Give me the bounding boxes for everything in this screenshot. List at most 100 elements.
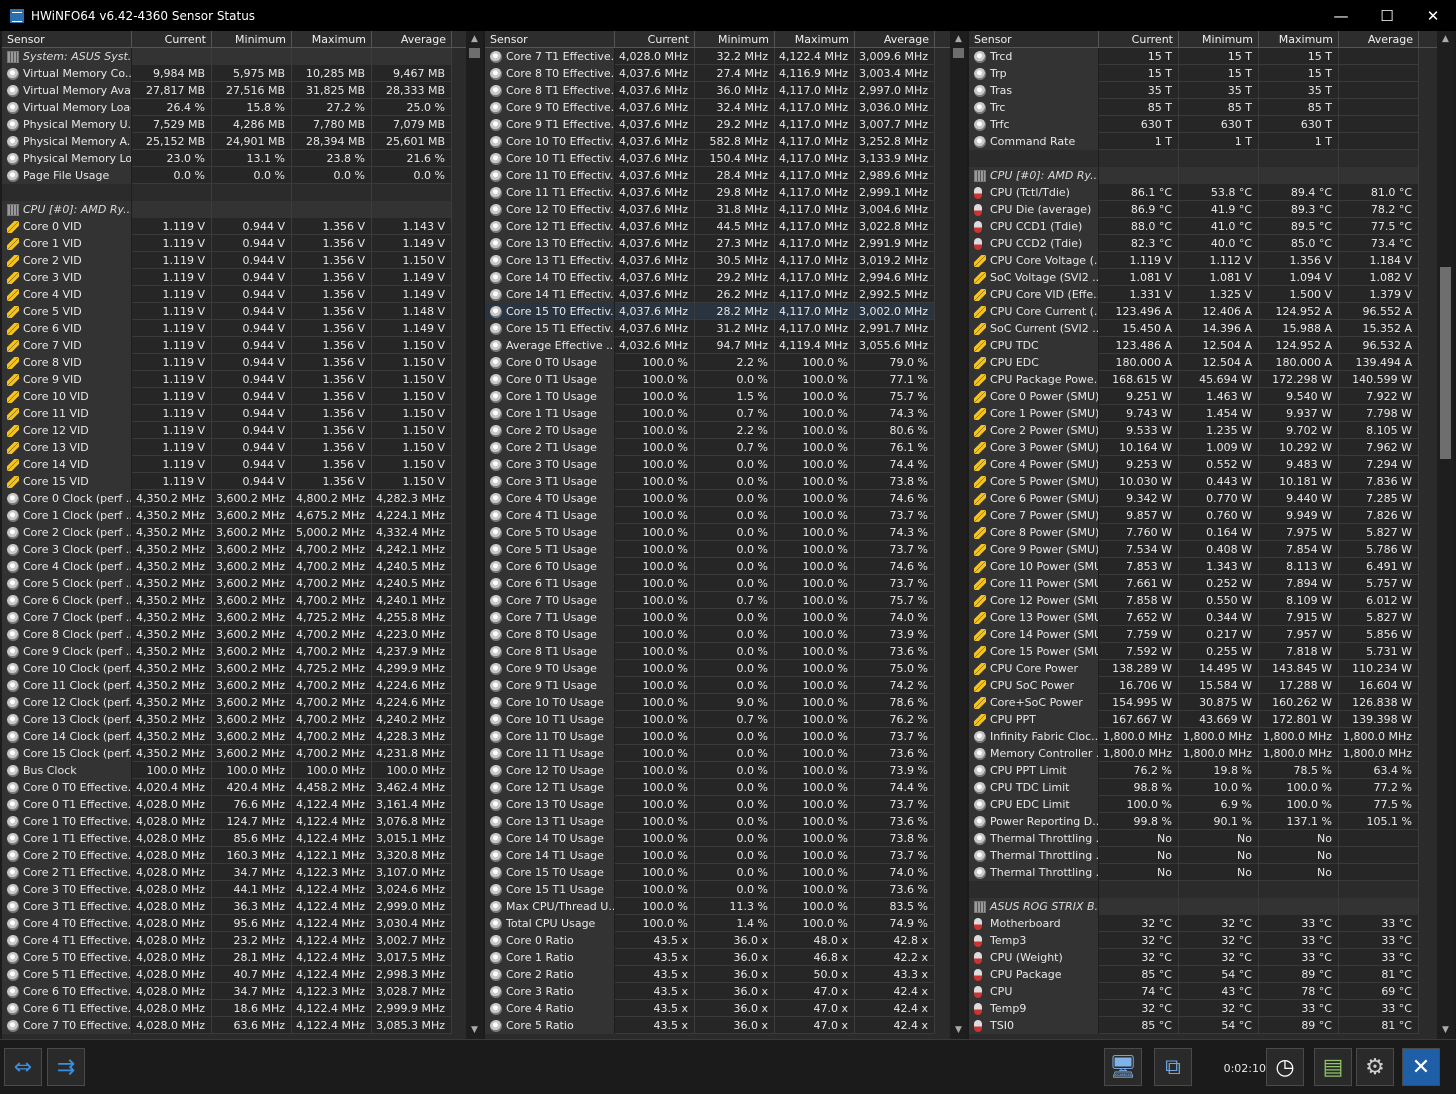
sensor-row[interactable]: Core 5 T1 Usage 100.0 % 0.0 % 100.0 % 73.7 %	[485, 541, 967, 558]
sensor-row[interactable]: CPU Core Voltage (... 1.119 V 1.112 V 1.356…	[969, 252, 1454, 269]
nav-left-icon[interactable]: ⇔	[4, 1048, 42, 1086]
sensor-row[interactable]: Core 15 VID 1.119 V 0.944 V 1.356 V 1.150 V	[2, 473, 483, 490]
sensor-row[interactable]: Core 9 Clock (perf ... 4,350.2 MHz 3,600.2…	[2, 643, 483, 660]
sensor-row[interactable]: Core 15 T1 Usage 100.0 % 0.0 % 100.0 % 73.6 …	[485, 881, 967, 898]
sensor-row[interactable]: Core 13 T1 Usage 100.0 % 0.0 % 100.0 % 73.6 …	[485, 813, 967, 830]
sensor-row[interactable]: Core 6 T1 Usage 100.0 % 0.0 % 100.0 % 73.7 %	[485, 575, 967, 592]
network-icon[interactable]: 🖥	[1104, 1048, 1142, 1086]
sensor-row[interactable]: CPU PPT 167.667 W 43.669 W 172.801 W 139.398…	[969, 711, 1454, 728]
sensor-row[interactable]: Virtual Memory Load 26.4 % 15.8 % 27.2 % 25.…	[2, 99, 483, 116]
scroll-up-icon[interactable]: ▲	[1437, 31, 1454, 48]
sensor-row[interactable]: Core 6 Clock (perf ... 4,350.2 MHz 3,600.2…	[2, 592, 483, 609]
sensor-row[interactable]: CPU Package Powe... 168.615 W 45.694 W 172.…	[969, 371, 1454, 388]
sensor-row[interactable]: CPU Core Power 138.289 W 14.495 W 143.845 W…	[969, 660, 1454, 677]
sensor-row[interactable]: Core 10 T1 Usage 100.0 % 0.7 % 100.0 % 76.2 …	[485, 711, 967, 728]
sensor-row[interactable]: Core 14 T0 Effectiv... 4,037.6 MHz 29.2 MH…	[485, 269, 967, 286]
sensor-row[interactable]: Core 11 Power (SMU) 7.661 W 0.252 W 7.894 W…	[969, 575, 1454, 592]
header-current[interactable]: Current	[615, 31, 695, 47]
sensor-row[interactable]: Core 3 VID 1.119 V 0.944 V 1.356 V 1.149 V	[2, 269, 483, 286]
sensor-row[interactable]: Tras 35 T 35 T 35 T	[969, 82, 1454, 99]
sensor-row[interactable]: Average Effective ... 4,032.6 MHz 94.7 MHz…	[485, 337, 967, 354]
sensor-row[interactable]: Core 4 T1 Usage 100.0 % 0.0 % 100.0 % 73.7 %	[485, 507, 967, 524]
sensor-row[interactable]: Command Rate 1 T1 T1 T	[969, 133, 1454, 150]
sensor-row[interactable]: Core 14 T1 Usage 100.0 % 0.0 % 100.0 % 73.7 …	[485, 847, 967, 864]
sensor-row[interactable]: Core 12 T0 Usage 100.0 % 0.0 % 100.0 % 73.9 …	[485, 762, 967, 779]
header-maximum[interactable]: Maximum	[775, 31, 855, 47]
sensor-group-row[interactable]: System: ASUS Syst...	[2, 48, 483, 65]
sensor-row[interactable]: Core 6 Power (SMU) 9.342 W 0.770 W 9.440 W7…	[969, 490, 1454, 507]
sensor-row[interactable]: TSI0 85 °C 54 °C 89 °C 81 °C	[969, 1017, 1454, 1034]
sensor-row[interactable]: Core 0 T0 Usage 100.0 % 2.2 % 100.0 % 79.0 %	[485, 354, 967, 371]
sensor-row[interactable]: Core 2 Power (SMU) 9.533 W 1.235 W 9.702 W8…	[969, 422, 1454, 439]
sensor-row[interactable]: Core 2 VID 1.119 V 0.944 V 1.356 V 1.150 V	[2, 252, 483, 269]
header-maximum[interactable]: Maximum	[1259, 31, 1339, 47]
sensor-row[interactable]: Core 0 T0 Effective... 4,020.4 MHz 420.4 M…	[2, 779, 483, 796]
sensor-row[interactable]: Core 10 T1 Effectiv... 4,037.6 MHz 150.4 M…	[485, 150, 967, 167]
close-icon[interactable]: ✕	[1402, 1048, 1440, 1086]
scrollbar[interactable]: ▲ ▼	[466, 31, 483, 1039]
sensor-row[interactable]: Core 8 T1 Effective... 4,037.6 MHz 36.0 MH…	[485, 82, 967, 99]
sensor-row[interactable]: Core 14 T0 Usage 100.0 % 0.0 % 100.0 % 73.8 …	[485, 830, 967, 847]
sensor-row[interactable]: SoC Current (SVI2 ... 15.450 A 14.396 A 15.…	[969, 320, 1454, 337]
sensor-row[interactable]: Power Reporting D... 99.8 % 90.1 % 137.1 % 1…	[969, 813, 1454, 830]
sensor-row[interactable]: Core 11 T0 Usage 100.0 % 0.0 % 100.0 % 73.7 …	[485, 728, 967, 745]
sensor-row[interactable]: Trc 85 T 85 T 85 T	[969, 99, 1454, 116]
sensor-row[interactable]: Core 11 VID 1.119 V 0.944 V 1.356 V 1.150 V	[2, 405, 483, 422]
report-icon[interactable]: ▤	[1314, 1048, 1352, 1086]
sensor-row[interactable]: Core 0 T1 Usage 100.0 % 0.0 % 100.0 % 77.1 %	[485, 371, 967, 388]
header-average[interactable]: Average	[372, 31, 452, 47]
header-minimum[interactable]: Minimum	[212, 31, 292, 47]
scroll-down-icon[interactable]: ▼	[1437, 1022, 1454, 1039]
sensor-row[interactable]: CPU PPT Limit 76.2 % 19.8 % 78.5 % 63.4 %	[969, 762, 1454, 779]
scroll-thumb[interactable]	[1440, 267, 1451, 459]
sensor-row[interactable]: Core 8 Clock (perf ... 4,350.2 MHz 3,600.2…	[2, 626, 483, 643]
sensor-row[interactable]: Core 2 T0 Effective... 4,028.0 MHz 160.3 M…	[2, 847, 483, 864]
sensor-row[interactable]: CPU TDC Limit 98.8 % 10.0 % 100.0 % 77.2 %	[969, 779, 1454, 796]
sensor-row[interactable]: Core 7 T1 Effective... 4,028.0 MHz 32.2 MH…	[485, 48, 967, 65]
sensor-row[interactable]: Bus Clock 100.0 MHz 100.0 MHz 100.0 MHz 100.…	[2, 762, 483, 779]
settings-icon[interactable]: ⚙	[1356, 1048, 1394, 1086]
sensor-row[interactable]: Core 14 Clock (perf... 4,350.2 MHz 3,600.2…	[2, 728, 483, 745]
sensor-row[interactable]: CPU SoC Power 16.706 W 15.584 W 17.288 W 16.…	[969, 677, 1454, 694]
sensor-row[interactable]: Core 4 T0 Usage 100.0 % 0.0 % 100.0 % 74.6 %	[485, 490, 967, 507]
sensor-row[interactable]: Core 6 VID 1.119 V 0.944 V 1.356 V 1.149 V	[2, 320, 483, 337]
sensor-row[interactable]: Core 8 T0 Usage 100.0 % 0.0 % 100.0 % 73.9 %	[485, 626, 967, 643]
sensor-row[interactable]: Core 6 T1 Effective... 4,028.0 MHz 18.6 MH…	[2, 1000, 483, 1017]
sensor-row[interactable]: Core 1 Clock (perf ... 4,350.2 MHz 3,600.2…	[2, 507, 483, 524]
sensor-row[interactable]: Core 9 T1 Usage 100.0 % 0.0 % 100.0 % 74.2 %	[485, 677, 967, 694]
sensor-row[interactable]: Core 12 T1 Effectiv... 4,037.6 MHz 44.5 MH…	[485, 218, 967, 235]
sensor-row[interactable]: Physical Memory U... 7,529 MB 4,286 MB 7,78…	[2, 116, 483, 133]
sensor-row[interactable]: Physical Memory A... 25,152 MB 24,901 MB 28…	[2, 133, 483, 150]
sensor-row[interactable]: Core 7 T1 Usage 100.0 % 0.0 % 100.0 % 74.0 %	[485, 609, 967, 626]
sensor-row[interactable]: Core 9 Power (SMU) 7.534 W 0.408 W 7.854 W5…	[969, 541, 1454, 558]
sensor-row[interactable]: Virtual Memory Co... 9,984 MB 5,975 MB 10,2…	[2, 65, 483, 82]
sensor-row[interactable]: Core 15 T0 Effectiv... 4,037.6 MHz 28.2 MH…	[485, 303, 967, 320]
sensor-row[interactable]: Core 12 VID 1.119 V 0.944 V 1.356 V 1.150 V	[2, 422, 483, 439]
sensor-row[interactable]: Core 8 Power (SMU) 7.760 W 0.164 W 7.975 W5…	[969, 524, 1454, 541]
sensor-row[interactable]: Core 12 Power (SMU) 7.858 W 0.550 W 8.109 W…	[969, 592, 1454, 609]
sensor-row[interactable]: Core 3 T1 Effective... 4,028.0 MHz 36.3 MH…	[2, 898, 483, 915]
sensor-row[interactable]: Core 4 T0 Effective... 4,028.0 MHz 95.6 MH…	[2, 915, 483, 932]
sensor-row[interactable]: Core 1 T0 Effective... 4,028.0 MHz 124.7 M…	[2, 813, 483, 830]
minimize-button[interactable]: —	[1318, 0, 1364, 31]
sensor-row[interactable]: Core 7 VID 1.119 V 0.944 V 1.356 V 1.150 V	[2, 337, 483, 354]
sensor-row[interactable]: Core 15 Clock (perf... 4,350.2 MHz 3,600.2…	[2, 745, 483, 762]
sensor-row[interactable]: Trp 15 T 15 T 15 T	[969, 65, 1454, 82]
sensor-row[interactable]: CPU CCD2 (Tdie) 82.3 °C 40.0 °C 85.0 °C 73.4…	[969, 235, 1454, 252]
header-average[interactable]: Average	[855, 31, 935, 47]
sensor-row[interactable]: Core 11 T0 Effectiv... 4,037.6 MHz 28.4 MH…	[485, 167, 967, 184]
scroll-up-icon[interactable]: ▲	[950, 31, 967, 48]
sensor-row[interactable]: Core 6 T0 Usage 100.0 % 0.0 % 100.0 % 74.6 %	[485, 558, 967, 575]
sensor-row[interactable]: Core 13 T0 Usage 100.0 % 0.0 % 100.0 % 73.7 …	[485, 796, 967, 813]
sensor-group-row[interactable]: ASUS ROG STRIX B...	[969, 898, 1454, 915]
sensor-row[interactable]: Core 5 VID 1.119 V 0.944 V 1.356 V 1.148 V	[2, 303, 483, 320]
sensor-row[interactable]: Core 10 Clock (perf... 4,350.2 MHz 3,600.2…	[2, 660, 483, 677]
sensor-row[interactable]: Core 5 Power (SMU) 10.030 W 0.443 W 10.181 …	[969, 473, 1454, 490]
sensor-row[interactable]: Core 9 VID 1.119 V 0.944 V 1.356 V 1.150 V	[2, 371, 483, 388]
sensor-row[interactable]: Core 14 T1 Effectiv... 4,037.6 MHz 26.2 MH…	[485, 286, 967, 303]
header-sensor[interactable]: Sensor	[969, 31, 1099, 47]
sensor-row[interactable]: CPU EDC Limit 100.0 % 6.9 % 100.0 % 77.5 %	[969, 796, 1454, 813]
sensor-row[interactable]: Core 4 Ratio 43.5 x 36.0 x 47.0 x 42.4 x	[485, 1000, 967, 1017]
sensor-row[interactable]: Core 14 VID 1.119 V 0.944 V 1.356 V 1.150 V	[2, 456, 483, 473]
scrollbar[interactable]: ▲ ▼	[1437, 31, 1454, 1039]
